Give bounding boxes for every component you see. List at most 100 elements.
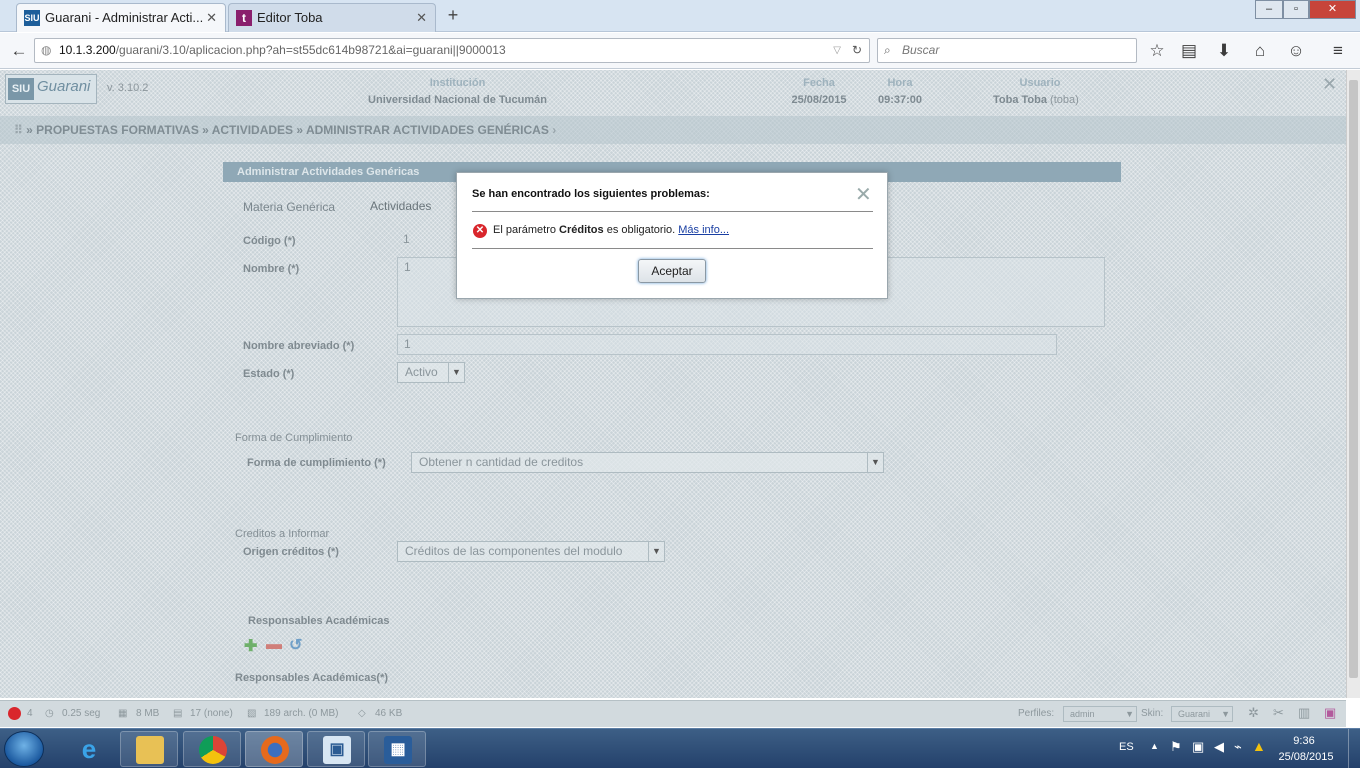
chevron-down-icon: ▼ — [867, 453, 883, 472]
page-scrollbar[interactable] — [1346, 70, 1360, 698]
toba-favicon-icon: t — [236, 10, 252, 26]
minimize-button[interactable]: – — [1255, 0, 1283, 19]
tools-icon[interactable]: ✂ — [1273, 705, 1284, 721]
estado-value: Activo — [405, 365, 438, 379]
show-desktop-button[interactable] — [1348, 729, 1360, 769]
taskbar-virtualbox[interactable]: ▦ — [368, 731, 426, 767]
taskbar-internet-explorer[interactable]: e — [60, 731, 118, 767]
skin-value: Guarani — [1178, 709, 1211, 719]
url-path: /guarani/3.10/aplicacion.php?ah=st55dc61… — [115, 43, 506, 57]
editor-icon[interactable]: ▣ — [1324, 705, 1336, 721]
message-suffix: es obligatorio. — [603, 224, 679, 236]
network-icon[interactable]: ▣ — [1192, 739, 1204, 755]
menu-icon[interactable]: ≡ — [1327, 40, 1349, 62]
estado-select[interactable]: Activo ▼ — [397, 362, 465, 383]
accept-button[interactable]: Aceptar — [638, 259, 706, 283]
add-icon[interactable]: ✚ — [244, 636, 257, 656]
close-icon[interactable]: ✕ — [1322, 74, 1337, 95]
usb-icon[interactable]: ⌁ — [1234, 739, 1242, 755]
perfiles-select[interactable]: admin ▼ — [1063, 706, 1137, 722]
files-icon: ▧ — [247, 708, 257, 719]
origen-value: Créditos de las componentes del modulo — [405, 544, 623, 558]
close-tab-icon[interactable]: ✕ — [416, 4, 427, 31]
clock-date[interactable]: 25/08/2015 — [1270, 751, 1342, 763]
date-value: 25/08/2015 — [791, 94, 847, 106]
download-icon[interactable]: ⬇ — [1213, 40, 1235, 62]
perfiles-label: Perfiles: — [1018, 708, 1055, 719]
file-count: 189 arch. (0 MB) — [264, 708, 339, 719]
forma-select[interactable]: Obtener n cantidad de creditos ▼ — [411, 452, 884, 473]
error-count[interactable]: 4 — [27, 708, 33, 719]
url-bar[interactable]: ◍ 10.1.3.200/guarani/3.10/aplicacion.php… — [34, 38, 870, 63]
nombre-label: Nombre (*) — [243, 263, 300, 275]
error-message: El parámetro Créditos es obligatorio. Má… — [493, 224, 729, 236]
forma-label: Forma de cumplimiento (*) — [247, 457, 386, 469]
start-button[interactable] — [4, 731, 44, 767]
breadcrumb-menu-icon[interactable]: ⠿ — [14, 123, 23, 137]
maximize-button[interactable]: ▫ — [1283, 0, 1309, 19]
user-login: (toba) — [1050, 94, 1079, 106]
more-info-link[interactable]: Más info... — [678, 224, 729, 236]
settings-icon[interactable]: ✲ — [1248, 705, 1259, 721]
remove-icon[interactable]: ▬ — [266, 636, 282, 654]
breadcrumb-text[interactable]: » PROPUESTAS FORMATIVAS » ACTIVIDADES » … — [26, 123, 549, 137]
flag-icon[interactable]: ⚑ — [1170, 739, 1182, 755]
browser-nav-bar: ← ◍ 10.1.3.200/guarani/3.10/aplicacion.p… — [0, 33, 1360, 69]
folder-icon — [136, 736, 164, 764]
status-bar: 4 ◷ 0.25 seg ▦ 8 MB ▤ 17 (none) ▧ 189 ar… — [0, 700, 1346, 727]
memory-icon: ▦ — [118, 708, 128, 719]
page-content: SIU Guarani v. 3.10.2 Institución Univer… — [0, 70, 1346, 698]
nombre-abreviado-input[interactable]: 1 — [397, 334, 1057, 355]
new-tab-button[interactable]: + — [442, 4, 464, 28]
chrome-icon — [199, 736, 227, 764]
taskbar-firefox[interactable] — [245, 731, 303, 767]
institution-label: Institución — [429, 77, 486, 89]
divider — [472, 211, 873, 212]
taskbar-remote-desktop[interactable]: ▣ — [307, 731, 365, 767]
reading-list-icon[interactable]: ▤ — [1178, 40, 1200, 62]
close-window-button[interactable]: ✕ — [1309, 0, 1356, 19]
tab-title: Editor Toba — [257, 10, 323, 25]
system-tray: ES ▲ ⚑ ▣ ◀ ⌁ ▲ 9:36 25/08/2015 — [1110, 729, 1360, 769]
clock-icon: ◷ — [45, 708, 54, 719]
chat-icon[interactable]: ☺ — [1285, 40, 1307, 62]
skin-label: Skin: — [1141, 708, 1164, 719]
tab-guarani[interactable]: SIU Guarani - Administrar Acti... ✕ — [16, 3, 226, 32]
message-prefix: El parámetro — [493, 224, 560, 236]
show-hidden-icons-icon[interactable]: ▲ — [1150, 741, 1159, 751]
virtualbox-icon: ▦ — [384, 736, 412, 764]
language-indicator[interactable]: ES — [1119, 741, 1134, 753]
tab-editor-toba[interactable]: t Editor Toba ✕ — [228, 3, 436, 32]
tab-actividades[interactable]: Actividades — [370, 199, 431, 213]
close-tab-icon[interactable]: ✕ — [206, 4, 217, 31]
origen-select[interactable]: Créditos de las componentes del modulo ▼ — [397, 541, 665, 562]
chevron-right-icon: › — [552, 123, 557, 137]
taskbar-chrome[interactable] — [183, 731, 241, 767]
home-icon[interactable]: ⌂ — [1249, 40, 1271, 62]
page-size: 46 KB — [375, 708, 403, 719]
error-count-icon[interactable] — [8, 707, 21, 720]
drive-icon[interactable]: ▲ — [1252, 738, 1266, 754]
scrollbar-thumb[interactable] — [1349, 80, 1358, 678]
database-icon: ▤ — [173, 708, 183, 719]
skin-select[interactable]: Guarani ▼ — [1171, 706, 1233, 722]
tab-materia-generica[interactable]: Materia Genérica — [243, 200, 335, 214]
clock-time[interactable]: 9:36 — [1274, 735, 1334, 747]
user-name: Toba Toba — [993, 94, 1047, 106]
chevron-down-icon: ▼ — [1221, 709, 1230, 719]
message-param: Créditos — [559, 224, 604, 236]
chevron-down-icon: ▼ — [648, 542, 664, 561]
volume-icon[interactable]: ◀ — [1214, 739, 1224, 755]
bookmark-star-icon[interactable]: ☆ — [1146, 40, 1168, 62]
close-icon[interactable]: ✕ — [855, 185, 872, 205]
date-label: Fecha — [803, 77, 835, 89]
back-arrow-icon[interactable]: ← — [8, 40, 30, 62]
undo-icon[interactable]: ↺ — [289, 635, 302, 655]
search-input[interactable]: ⌕ Buscar — [877, 38, 1137, 63]
taskbar-explorer[interactable] — [120, 731, 178, 767]
globe-icon: ◍ — [41, 43, 52, 57]
reload-icon[interactable]: ↻ — [852, 39, 862, 62]
dropdown-arrow-icon[interactable]: ▽ — [833, 39, 841, 62]
codigo-input[interactable]: 1 — [397, 230, 457, 250]
layout-icon[interactable]: ▥ — [1298, 705, 1310, 721]
